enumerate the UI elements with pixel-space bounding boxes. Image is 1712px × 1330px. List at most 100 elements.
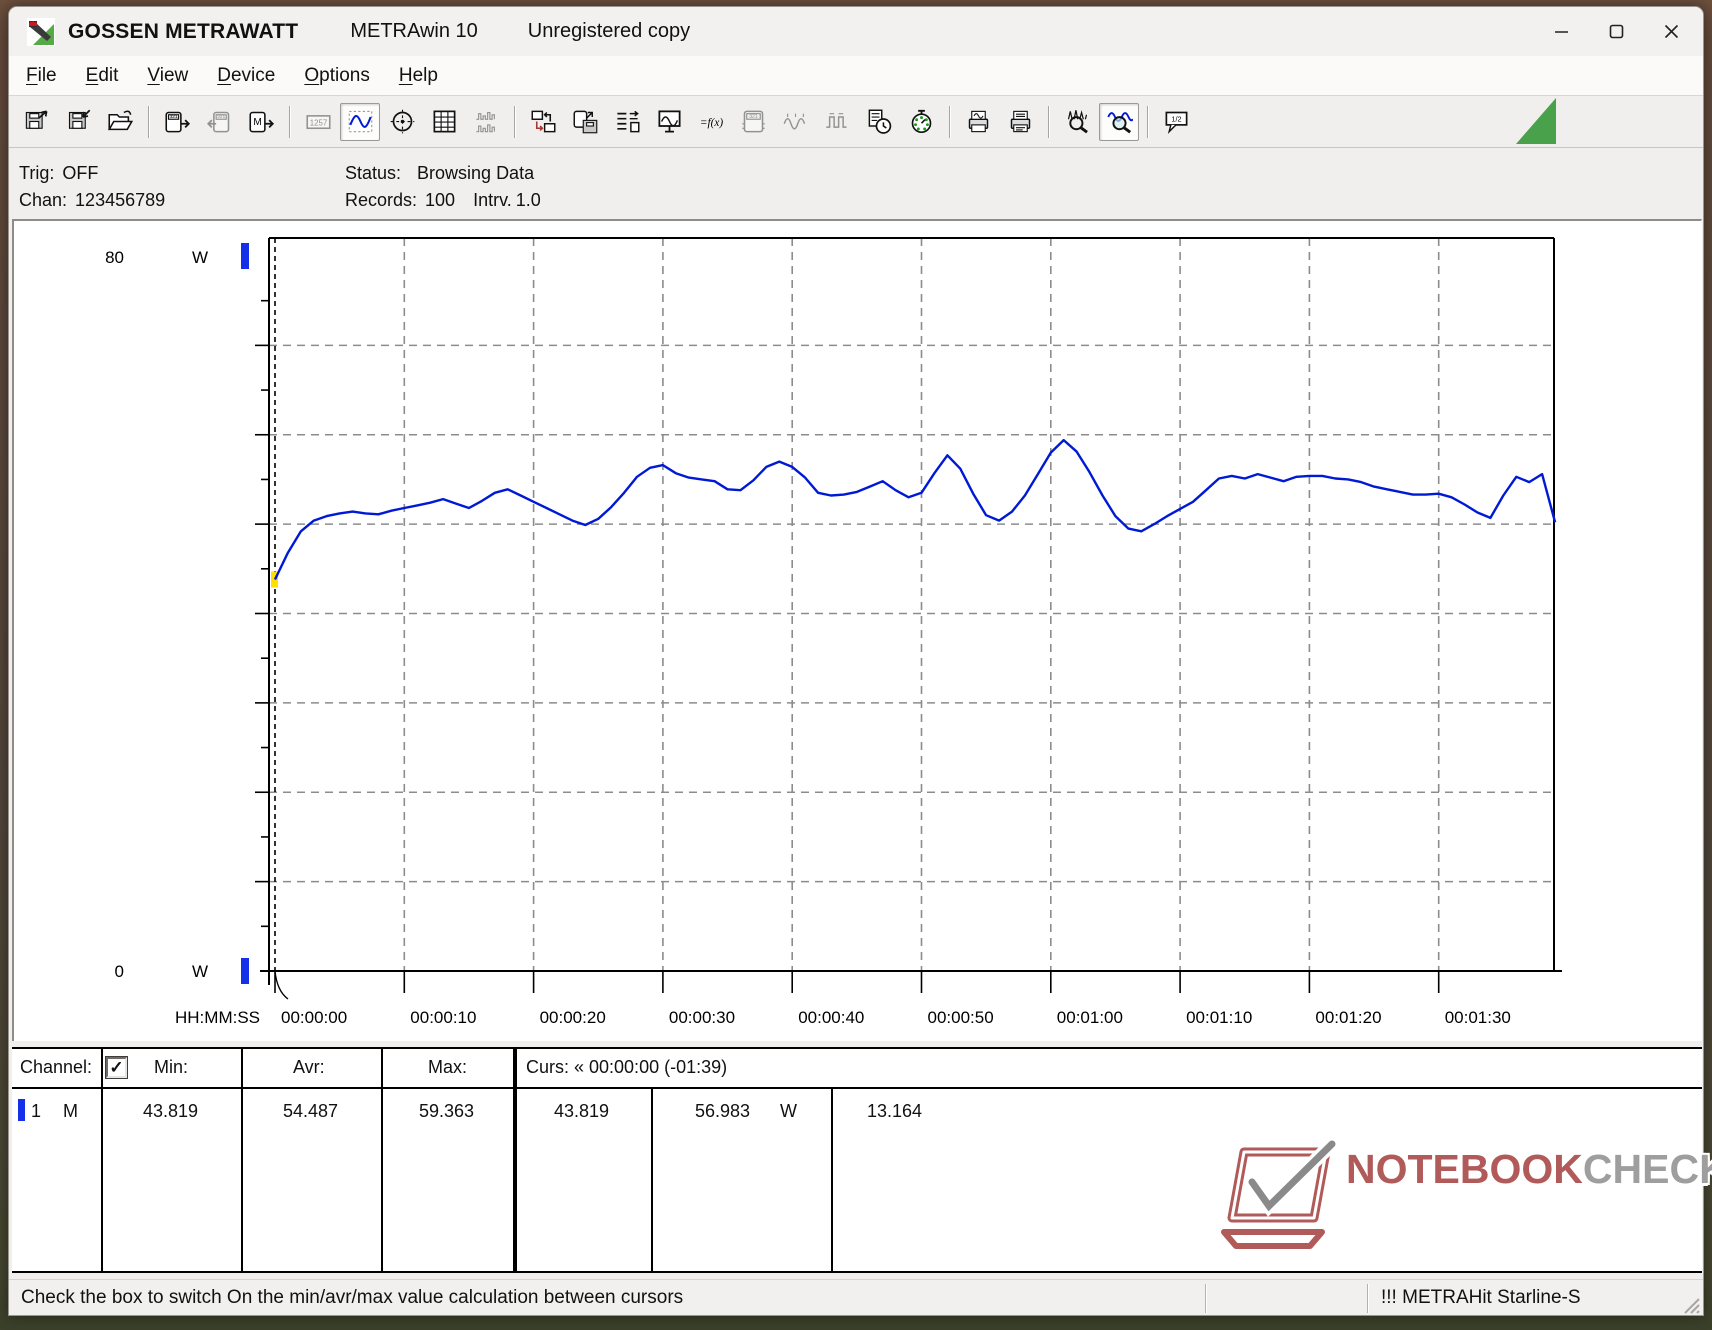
pulse-output-button[interactable]	[817, 103, 857, 141]
chart-view-icon	[348, 110, 372, 133]
zoom-amplitude-button[interactable]	[1057, 103, 1097, 141]
channel-number: 1	[31, 1101, 42, 1121]
status-message: Check the box to switch On the min/avr/m…	[21, 1287, 684, 1308]
comment-button[interactable]: 1/2	[1156, 103, 1196, 141]
y-axis-max-label: 80	[105, 248, 124, 267]
print-icon	[1010, 110, 1030, 133]
menu-edit[interactable]: Edit	[86, 65, 119, 87]
connected-device-label: !!! METRAHit Starline-S	[1381, 1287, 1581, 1308]
open-file-button[interactable]	[100, 103, 140, 141]
toolbar-separator	[949, 105, 950, 138]
transfer-settings-icon	[531, 110, 555, 133]
status-bar: Check the box to switch On the min/avr/m…	[9, 1279, 1703, 1315]
x-tick-label: 00:00:10	[410, 1008, 476, 1027]
formula-button[interactable]: =f(x)	[691, 103, 731, 141]
read-device-button[interactable]: 321	[157, 103, 197, 141]
schedule-button[interactable]	[859, 103, 899, 141]
x-tick-label: 00:00:40	[798, 1008, 864, 1027]
channel-config-icon	[616, 110, 639, 133]
cursor-handle[interactable]	[274, 970, 289, 1000]
window-controls	[1538, 7, 1703, 56]
watermark-corner-triangle	[1516, 98, 1556, 144]
title-bar[interactable]: GOSSEN METRAWATT METRAwin 10 Unregistere…	[9, 7, 1703, 56]
open-file-icon	[107, 110, 133, 131]
numeric-display-icon: 1257	[305, 115, 331, 130]
col-header-min: Min:	[154, 1057, 189, 1077]
menu-view[interactable]: View	[147, 65, 188, 87]
x-tick-label: 00:00:30	[669, 1008, 735, 1027]
table-view-icon	[433, 110, 455, 133]
transfer-settings-button[interactable]	[523, 103, 563, 141]
zoom-time-button[interactable]	[1099, 102, 1139, 141]
table-divider	[101, 1049, 103, 1271]
channel-scale-indicator-bottom	[241, 958, 249, 984]
live-monitor-button[interactable]	[649, 103, 689, 141]
svg-text:321: 321	[217, 114, 225, 120]
col-header-channel: Channel:	[20, 1057, 93, 1077]
svg-text:1/2: 1/2	[1171, 115, 1181, 124]
numeric-display-button[interactable]: 1257	[298, 103, 338, 141]
menu-help[interactable]: Help	[399, 65, 438, 87]
read-memory-button[interactable]: M	[241, 103, 281, 141]
cursor2-value: 56.983	[695, 1101, 751, 1121]
menu-file[interactable]: File	[26, 65, 57, 87]
x-tick-label: 00:01:10	[1186, 1008, 1252, 1027]
window-title-app: METRAwin 10	[350, 20, 478, 42]
channel-color-indicator	[18, 1099, 25, 1121]
col-header-avr: Avr:	[293, 1057, 325, 1077]
acquisition-status: Status: Browsing Data	[345, 163, 535, 183]
store-settings-icon	[573, 110, 597, 134]
store-settings-button[interactable]	[565, 103, 605, 141]
window-title-brand: GOSSEN METRAWATT	[68, 19, 299, 43]
table-divider	[241, 1049, 243, 1271]
table-divider	[651, 1089, 653, 1271]
x-tick-label: 00:01:20	[1315, 1008, 1381, 1027]
device-config-icon: 321	[741, 110, 765, 133]
minimize-button[interactable]	[1538, 12, 1584, 52]
table-divider	[831, 1089, 833, 1271]
cursor-delta-value: 13.164	[867, 1101, 923, 1121]
svg-text:M: M	[253, 117, 261, 128]
status-divider	[1205, 1284, 1206, 1313]
table-header-underline	[12, 1087, 1702, 1089]
gossen-metrawatt-logo-icon	[27, 17, 55, 46]
desktop: GOSSEN METRAWATT METRAwin 10 Unregistere…	[0, 0, 1712, 1330]
menu-device[interactable]: Device	[217, 65, 275, 87]
svg-text:=f(x): =f(x)	[699, 117, 722, 129]
save-as-button[interactable]	[58, 103, 98, 141]
maximize-button[interactable]	[1593, 12, 1639, 52]
save-file-icon	[25, 110, 47, 129]
analog-output-button[interactable]	[775, 103, 815, 141]
histogram-view-button[interactable]	[466, 103, 506, 141]
write-device-button[interactable]: 321	[199, 103, 239, 141]
read-device-icon: 321	[164, 111, 190, 133]
xy-view-icon	[390, 109, 414, 134]
records-status: Records: 100 Intrv. 1.0	[345, 190, 541, 210]
x-axis-unit-label: HH:MM:SS	[175, 1008, 260, 1027]
analog-output-icon	[783, 113, 805, 130]
resize-grip[interactable]	[1682, 1296, 1700, 1314]
x-tick-label: 00:01:00	[1057, 1008, 1123, 1027]
chart-view-button[interactable]	[340, 102, 380, 141]
menu-options[interactable]: Options	[304, 65, 369, 87]
device-config-button[interactable]: 321	[733, 103, 773, 141]
close-button[interactable]	[1648, 12, 1694, 52]
save-file-button[interactable]	[16, 103, 56, 141]
print-button[interactable]	[1000, 103, 1040, 141]
x-tick-label: 00:00:50	[928, 1008, 994, 1027]
comment-icon: 1/2	[1165, 111, 1187, 135]
minavrmax-checkbox[interactable]: ✓	[105, 1056, 128, 1079]
save-as-icon	[68, 109, 90, 129]
print-chart-button[interactable]	[958, 103, 998, 141]
start-recording-button[interactable]	[901, 103, 941, 141]
xy-view-button[interactable]	[382, 103, 422, 141]
table-view-button[interactable]	[424, 103, 464, 141]
power-curve	[273, 438, 1557, 581]
channel-config-button[interactable]	[607, 103, 647, 141]
status-divider	[1367, 1284, 1368, 1313]
avr-value: 54.487	[283, 1101, 339, 1121]
read-memory-icon: M	[248, 111, 274, 133]
max-value: 59.363	[419, 1101, 475, 1121]
svg-text:1257: 1257	[309, 118, 326, 127]
zoom-amplitude-icon	[1067, 110, 1088, 134]
